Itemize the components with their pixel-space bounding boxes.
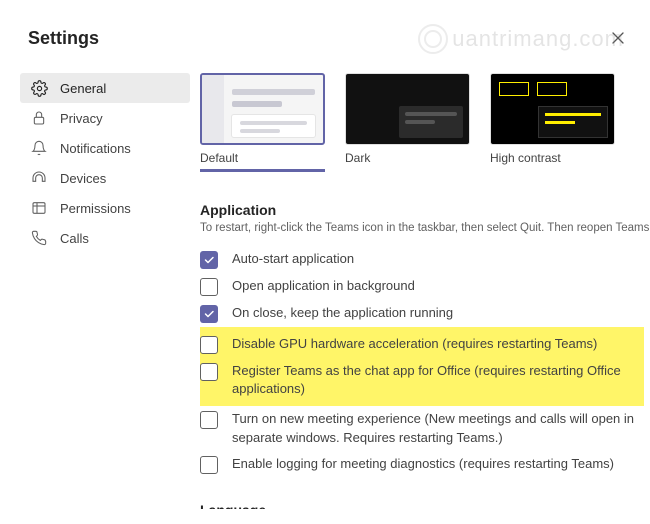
checkbox[interactable] [200,363,218,381]
gear-icon [30,79,48,97]
option-row: Register Teams as the chat app for Offic… [200,358,644,406]
language-section-title: Language [200,502,644,509]
option-row: Turn on new meeting experience (New meet… [200,406,644,450]
settings-sidebar: General Privacy Notifications Devices [0,73,200,509]
theme-label: Default [200,151,325,165]
theme-label: High contrast [490,151,615,165]
key-icon [30,199,48,217]
sidebar-item-label: Devices [60,171,106,186]
application-options: Auto-start application Open application i… [200,246,644,478]
close-button[interactable] [610,30,626,46]
theme-preview-dark [345,73,470,145]
theme-preview-high-contrast [490,73,615,145]
option-label: Turn on new meeting experience (New meet… [232,410,644,446]
theme-high-contrast[interactable]: High contrast [490,73,615,172]
option-label: Register Teams as the chat app for Offic… [232,362,638,398]
sidebar-item-notifications[interactable]: Notifications [20,133,190,163]
checkbox[interactable] [200,251,218,269]
lock-icon [30,109,48,127]
option-row: Enable logging for meeting diagnostics (… [200,451,644,478]
sidebar-item-label: Notifications [60,141,131,156]
theme-selector: Default Dark High contrast [200,73,644,172]
devices-icon [30,169,48,187]
sidebar-item-general[interactable]: General [20,73,190,103]
page-title: Settings [0,28,650,49]
option-row: Disable GPU hardware acceleration (requi… [200,327,644,358]
sidebar-item-label: Privacy [60,111,103,126]
checkbox[interactable] [200,305,218,323]
content-area: General Privacy Notifications Devices [0,73,650,509]
settings-modal: Settings uantrimang.com General Privacy [0,0,650,524]
option-row: Auto-start application [200,246,644,273]
theme-default[interactable]: Default [200,73,325,172]
sidebar-item-label: General [60,81,106,96]
theme-preview-default [200,73,325,145]
close-icon [610,30,626,46]
sidebar-item-permissions[interactable]: Permissions [20,193,190,223]
settings-main: Default Dark High contrast Application [200,73,650,509]
option-label: Enable logging for meeting diagnostics (… [232,455,618,473]
checkbox[interactable] [200,456,218,474]
sidebar-item-privacy[interactable]: Privacy [20,103,190,133]
sidebar-item-label: Permissions [60,201,131,216]
theme-dark[interactable]: Dark [345,73,470,172]
checkbox[interactable] [200,336,218,354]
option-row: Open application in background [200,273,644,300]
option-label: Disable GPU hardware acceleration (requi… [232,335,601,353]
sidebar-item-devices[interactable]: Devices [20,163,190,193]
option-row: On close, keep the application running [200,300,644,327]
application-section-subtitle: To restart, right-click the Teams icon i… [200,222,644,234]
option-label: Open application in background [232,277,419,295]
application-section-title: Application [200,202,644,218]
checkbox[interactable] [200,411,218,429]
theme-label: Dark [345,151,470,165]
phone-icon [30,229,48,247]
sidebar-item-calls[interactable]: Calls [20,223,190,253]
checkbox[interactable] [200,278,218,296]
bell-icon [30,139,48,157]
option-label: Auto-start application [232,250,358,268]
sidebar-item-label: Calls [60,231,89,246]
option-label: On close, keep the application running [232,304,457,322]
